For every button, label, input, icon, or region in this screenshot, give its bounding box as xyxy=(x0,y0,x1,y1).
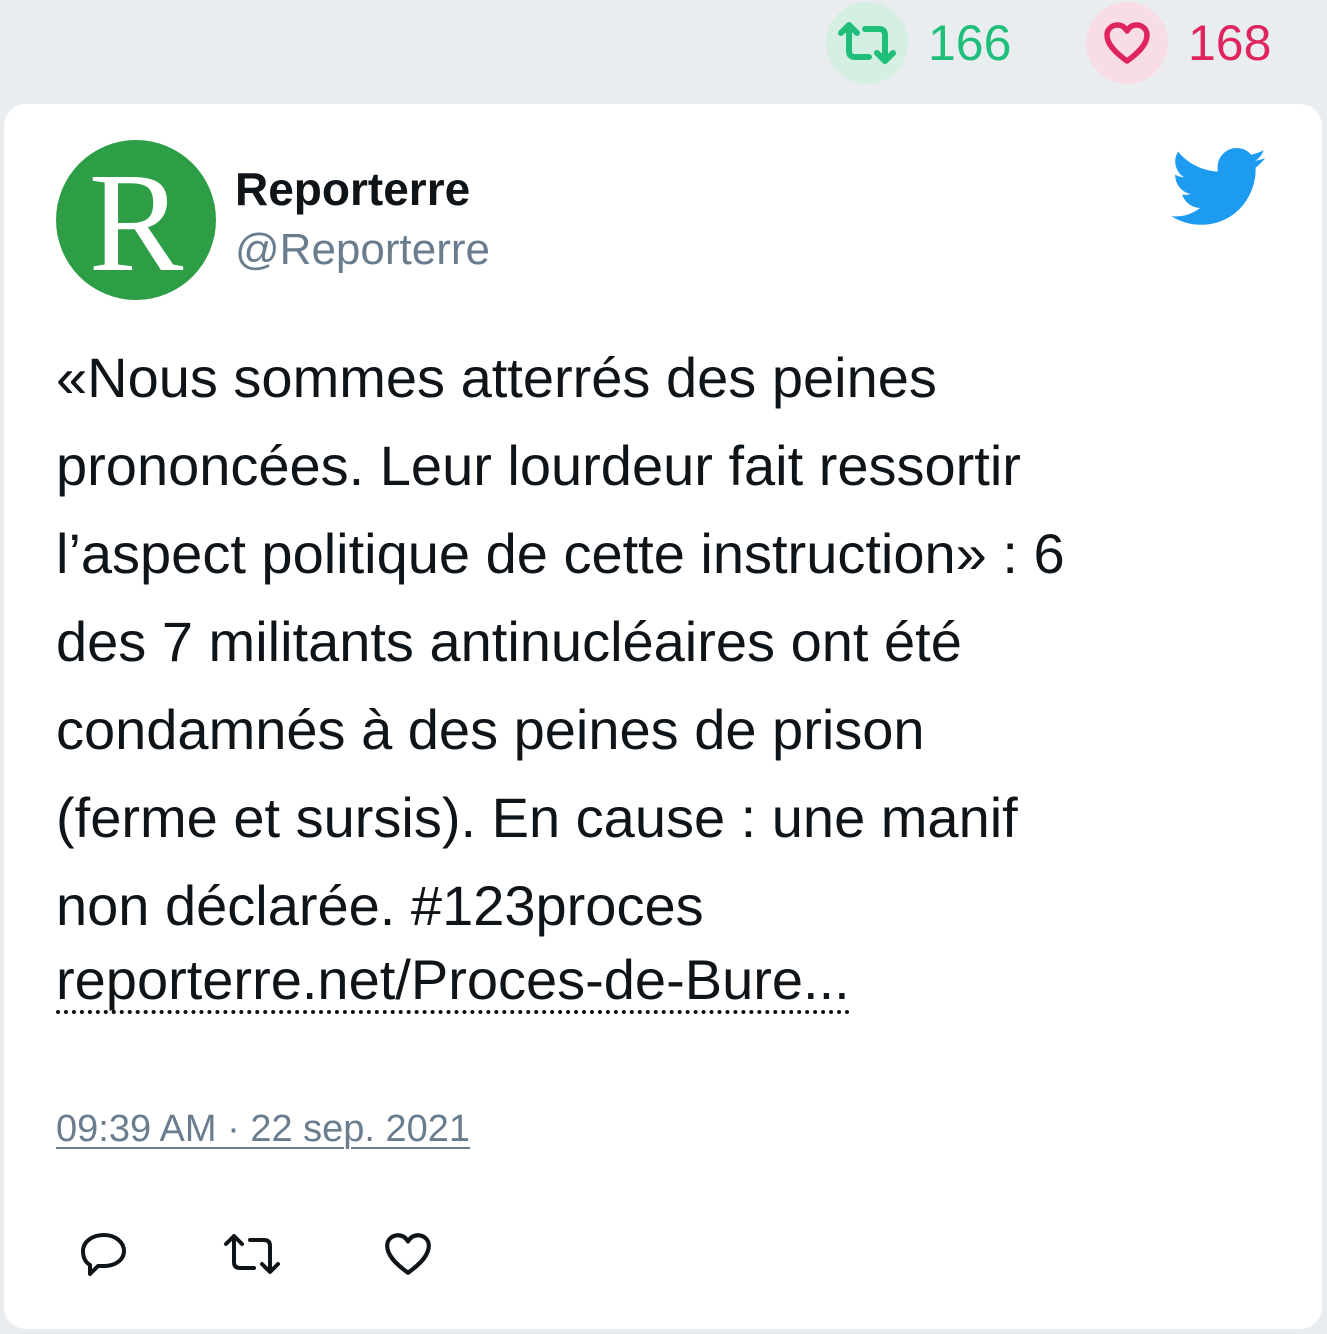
avatar[interactable]: R xyxy=(56,140,216,300)
retweet-stat[interactable]: 166 xyxy=(826,2,1011,84)
heart-icon xyxy=(385,1233,431,1275)
author-name[interactable]: Reporterre xyxy=(235,164,470,215)
tweet-text: «Nous sommes atterrés des peines prononc… xyxy=(56,346,1065,937)
author-handle[interactable]: @Reporterre xyxy=(235,225,490,274)
retweet-button[interactable] xyxy=(222,1224,282,1284)
avatar-letter: R xyxy=(88,143,184,300)
retweet-icon xyxy=(838,22,896,64)
heart-icon xyxy=(1104,22,1150,64)
tweet-timestamp[interactable]: 09:39 AM · 22 sep. 2021 xyxy=(56,1108,470,1151)
retweet-stat-circle xyxy=(826,2,908,84)
retweet-count: 166 xyxy=(928,15,1012,71)
tweet-link[interactable]: reporterre.net/Proces-de-Bure... xyxy=(56,950,850,1014)
tweet-card: R Reporterre @Reporterre «Nous sommes at… xyxy=(4,104,1322,1329)
retweet-icon xyxy=(224,1234,280,1274)
engagement-stats: 166 168 xyxy=(0,0,1327,100)
like-count: 168 xyxy=(1188,15,1272,71)
like-button[interactable] xyxy=(378,1224,438,1284)
reply-icon xyxy=(81,1233,126,1276)
like-stat-circle xyxy=(1086,2,1168,84)
reply-button[interactable] xyxy=(74,1224,134,1284)
like-stat[interactable]: 168 xyxy=(1086,2,1271,84)
twitter-bird-icon[interactable] xyxy=(1172,148,1268,228)
